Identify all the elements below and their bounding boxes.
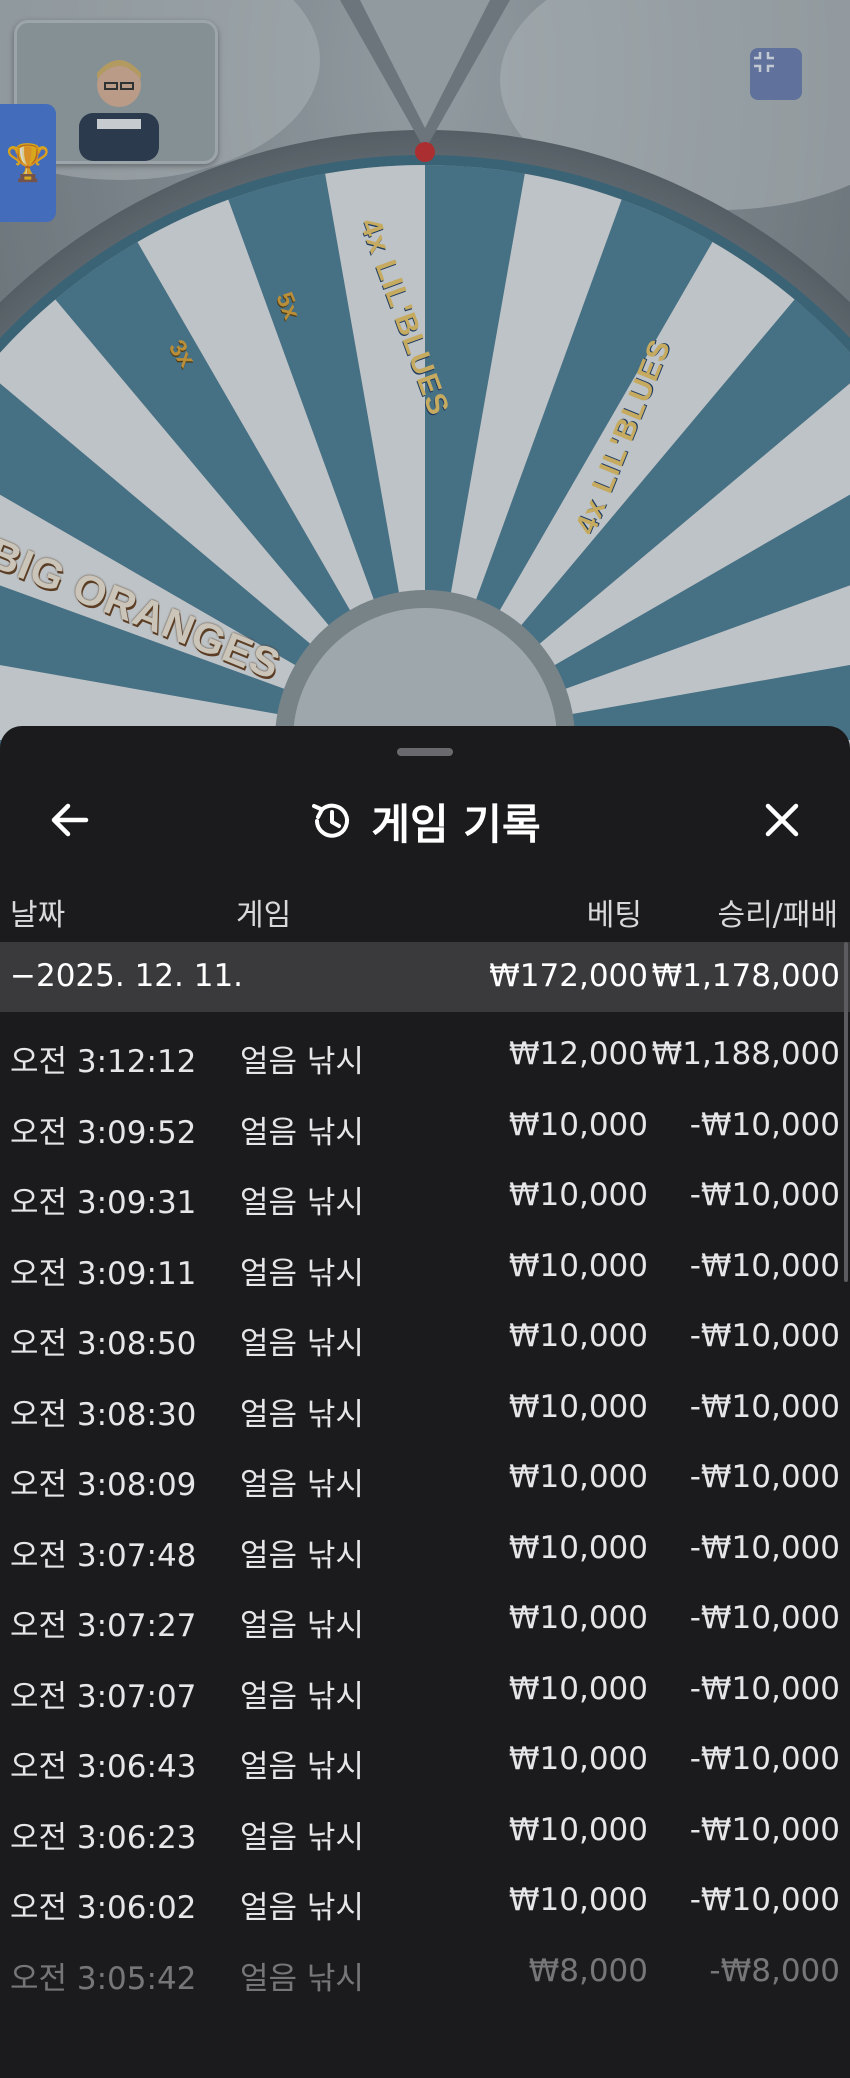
- game-history-panel: 게임 기록 날짜 게임 베팅 승리/패배 −2025. 12. 11. ₩172…: [0, 726, 850, 2078]
- history-row[interactable]: 오전 3:09:11 얼음 낚시 ₩10,000 -₩10,000: [0, 1224, 850, 1295]
- column-header-date: 날짜: [10, 898, 66, 933]
- title-group: 게임 기록: [309, 791, 541, 852]
- row-bet: ₩10,000: [508, 1177, 648, 1213]
- history-row[interactable]: 오전 3:07:27 얼음 낚시 ₩10,000 -₩10,000: [0, 1576, 850, 1647]
- row-game: 얼음 낚시: [240, 1255, 364, 1292]
- row-result: ₩1,188,000: [651, 1036, 840, 1072]
- row-time: 오전 3:09:31: [10, 1185, 197, 1221]
- row-result: -₩10,000: [689, 1247, 840, 1284]
- arrow-left-icon: [51, 803, 89, 837]
- row-time: 오전 3:06:02: [10, 1890, 197, 1926]
- column-header-game: 게임: [236, 898, 292, 933]
- row-time: 오전 3:09:52: [10, 1114, 197, 1151]
- history-row[interactable]: 오전 3:06:02 얼음 낚시 ₩10,000 -₩10,000: [0, 1858, 850, 1929]
- row-result: -₩10,000: [689, 1670, 840, 1707]
- row-time: 오전 3:06:23: [10, 1819, 197, 1856]
- row-result: -₩10,000: [689, 1318, 840, 1354]
- history-row[interactable]: 오전 3:08:09 얼음 낚시 ₩10,000 -₩10,000: [0, 1435, 850, 1506]
- row-result: -₩10,000: [689, 1177, 840, 1213]
- row-result: -₩10,000: [689, 1741, 840, 1777]
- row-game: 얼음 낚시: [240, 1537, 364, 1574]
- row-game: 얼음 낚시: [240, 1396, 364, 1433]
- row-time: 오전 3:07:48: [10, 1537, 197, 1574]
- row-game: 얼음 낚시: [240, 1185, 364, 1221]
- scrollbar[interactable]: [844, 942, 848, 1282]
- close-button[interactable]: [756, 794, 808, 846]
- day-summary-result: ₩1,178,000: [651, 958, 840, 994]
- drag-handle[interactable]: [397, 748, 453, 756]
- day-summary-row[interactable]: −2025. 12. 11. ₩172,000 ₩1,178,000: [0, 942, 850, 1012]
- row-result: -₩8,000: [709, 1952, 840, 1989]
- row-bet: ₩10,000: [508, 1318, 648, 1354]
- dim-overlay: [0, 0, 850, 760]
- row-time: 오전 3:12:12: [10, 1044, 197, 1080]
- row-result: -₩10,000: [689, 1459, 840, 1495]
- back-button[interactable]: [44, 794, 96, 846]
- panel-title: 게임 기록: [371, 799, 541, 849]
- close-icon: [765, 803, 799, 837]
- column-headers: 날짜 게임 베팅 승리/패배: [0, 876, 850, 942]
- row-bet: ₩8,000: [528, 1952, 648, 1989]
- row-time: 오전 3:08:50: [10, 1326, 197, 1362]
- row-result: -₩10,000: [689, 1529, 840, 1566]
- row-bet: ₩10,000: [508, 1670, 648, 1707]
- row-game: 얼음 낚시: [240, 1114, 364, 1151]
- row-bet: ₩10,000: [508, 1388, 648, 1425]
- row-time: 오전 3:06:43: [10, 1749, 197, 1785]
- row-game: 얼음 낚시: [240, 1819, 364, 1856]
- row-game: 얼음 낚시: [240, 1608, 364, 1644]
- row-bet: ₩10,000: [508, 1600, 648, 1636]
- day-summary-date: −2025. 12. 11.: [10, 958, 244, 994]
- row-bet: ₩10,000: [508, 1459, 648, 1495]
- row-game: 얼음 낚시: [240, 1678, 364, 1715]
- row-bet: ₩10,000: [508, 1811, 648, 1848]
- row-game: 얼음 낚시: [240, 1890, 364, 1926]
- history-row[interactable]: 오전 3:07:48 얼음 낚시 ₩10,000 -₩10,000: [0, 1506, 850, 1577]
- row-result: -₩10,000: [689, 1106, 840, 1143]
- row-bet: ₩12,000: [508, 1036, 648, 1072]
- row-bet: ₩10,000: [508, 1247, 648, 1284]
- row-time: 오전 3:08:30: [10, 1396, 197, 1433]
- history-row[interactable]: 오전 3:07:07 얼음 낚시 ₩10,000 -₩10,000: [0, 1647, 850, 1718]
- history-row[interactable]: 오전 3:06:43 얼음 낚시 ₩10,000 -₩10,000: [0, 1717, 850, 1788]
- row-time: 오전 3:09:11: [10, 1255, 197, 1292]
- history-row[interactable]: 오전 3:05:42 얼음 낚시 ₩8,000 -₩8,000: [0, 1929, 850, 2000]
- row-bet: ₩10,000: [508, 1529, 648, 1566]
- row-time: 오전 3:08:09: [10, 1467, 197, 1503]
- row-result: -₩10,000: [689, 1811, 840, 1848]
- game-background: BIG ORANGES 4x LIL'BLUES 4x LIL'BLUES 3x…: [0, 0, 850, 760]
- panel-header: 게임 기록: [0, 766, 850, 876]
- row-result: -₩10,000: [689, 1388, 840, 1425]
- row-game: 얼음 낚시: [240, 1044, 364, 1080]
- day-summary-bet: ₩172,000: [489, 958, 648, 994]
- row-game: 얼음 낚시: [240, 1960, 364, 1997]
- row-game: 얼음 낚시: [240, 1326, 364, 1362]
- history-row[interactable]: 오전 3:12:12 얼음 낚시 ₩12,000 ₩1,188,000: [0, 1012, 850, 1083]
- history-icon: [312, 803, 350, 838]
- row-time: 오전 3:05:42: [10, 1960, 197, 1997]
- row-game: 얼음 낚시: [240, 1467, 364, 1503]
- history-row[interactable]: 오전 3:08:50 얼음 낚시 ₩10,000 -₩10,000: [0, 1294, 850, 1365]
- history-row[interactable]: 오전 3:06:23 얼음 낚시 ₩10,000 -₩10,000: [0, 1788, 850, 1859]
- history-row[interactable]: 오전 3:09:52 얼음 낚시 ₩10,000 -₩10,000: [0, 1083, 850, 1154]
- column-header-result: 승리/패배: [717, 898, 838, 933]
- row-result: -₩10,000: [689, 1600, 840, 1636]
- row-bet: ₩10,000: [508, 1106, 648, 1143]
- history-row[interactable]: 오전 3:09:31 얼음 낚시 ₩10,000 -₩10,000: [0, 1153, 850, 1224]
- history-row[interactable]: 오전 3:08:30 얼음 낚시 ₩10,000 -₩10,000: [0, 1365, 850, 1436]
- row-result: -₩10,000: [689, 1882, 840, 1918]
- row-time: 오전 3:07:07: [10, 1678, 197, 1715]
- row-bet: ₩10,000: [508, 1741, 648, 1777]
- row-bet: ₩10,000: [508, 1882, 648, 1918]
- history-list: 오전 3:12:12 얼음 낚시 ₩12,000 ₩1,188,000 오전 3:09:…: [0, 1012, 850, 1999]
- row-game: 얼음 낚시: [240, 1749, 364, 1785]
- row-time: 오전 3:07:27: [10, 1608, 197, 1644]
- column-header-bet: 베팅: [586, 898, 642, 933]
